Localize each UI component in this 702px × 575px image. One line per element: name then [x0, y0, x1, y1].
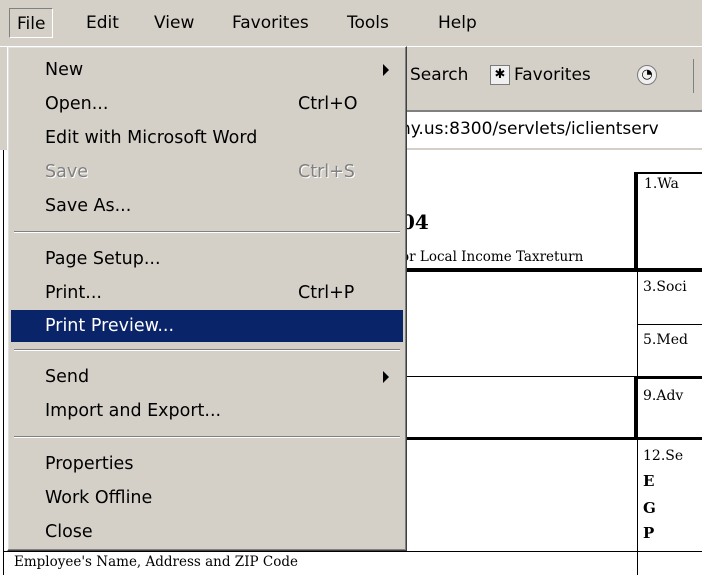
- box12-code-e: E: [643, 472, 655, 490]
- toolbar-divider: [693, 59, 694, 93]
- shortcut-save: Ctrl+S: [298, 162, 355, 182]
- box12-code-p: P: [643, 524, 655, 542]
- box9-label: 9.Adv: [643, 388, 684, 404]
- menu-separator: [14, 436, 400, 438]
- menu-item-edit-with-word[interactable]: Edit with Microsoft Word: [11, 122, 403, 154]
- menu-item-send[interactable]: Send: [11, 361, 403, 393]
- box5-label: 5.Med: [643, 332, 688, 348]
- favorites-label: Favorites: [514, 65, 591, 85]
- history-button[interactable]: ◔: [637, 57, 661, 93]
- menu-tools[interactable]: Tools: [340, 8, 396, 38]
- menu-view[interactable]: View: [147, 8, 201, 38]
- menu-item-save: Save Ctrl+S: [11, 156, 403, 188]
- submenu-arrow-icon: [383, 371, 389, 383]
- box3-label: 3.Soci: [643, 279, 687, 295]
- shortcut-open: Ctrl+O: [298, 94, 358, 114]
- submenu-arrow-icon: [383, 64, 389, 76]
- menu-bar: File Edit View Favorites Tools Help: [0, 0, 702, 46]
- menu-edit[interactable]: Edit: [79, 8, 126, 38]
- shortcut-print: Ctrl+P: [298, 283, 355, 303]
- box12-label: 12.Se: [643, 448, 684, 464]
- menu-favorites[interactable]: Favorites: [225, 8, 316, 38]
- menu-item-save-as[interactable]: Save As...: [11, 190, 403, 222]
- address-field[interactable]: ny.us:8300/servlets/iclientserv: [400, 110, 702, 148]
- menu-item-new[interactable]: New: [11, 54, 403, 86]
- menu-item-work-offline[interactable]: Work Offline: [11, 482, 403, 514]
- search-button[interactable]: Search: [410, 57, 468, 93]
- menu-item-properties[interactable]: Properties: [11, 448, 403, 480]
- menu-help[interactable]: Help: [431, 8, 484, 38]
- menu-item-open[interactable]: Open... Ctrl+O: [11, 88, 403, 120]
- menu-item-import-export[interactable]: Import and Export...: [11, 395, 403, 427]
- menu-item-close[interactable]: Close: [11, 516, 403, 548]
- toolbar: Search ✱ Favorites ◔: [400, 47, 702, 104]
- file-menu: New Open... Ctrl+O Edit with Microsoft W…: [7, 46, 407, 551]
- menu-separator: [14, 231, 400, 233]
- menu-item-print[interactable]: Print... Ctrl+P: [11, 277, 403, 309]
- history-clock-icon: ◔: [637, 65, 657, 85]
- favorites-star-icon: ✱: [490, 65, 510, 85]
- box1-label: 1.Wa: [644, 176, 679, 192]
- box12-code-g: G: [643, 499, 656, 517]
- menu-item-page-setup[interactable]: Page Setup...: [11, 243, 403, 275]
- menu-separator: [14, 349, 400, 351]
- form-subtitle: or Local Income Taxreturn: [401, 249, 584, 265]
- favorites-button[interactable]: ✱ Favorites: [490, 57, 591, 93]
- menu-file[interactable]: File: [9, 8, 54, 38]
- employee-name-label: Employee's Name, Address and ZIP Code: [14, 554, 298, 570]
- menu-item-print-preview[interactable]: Print Preview...: [11, 310, 403, 342]
